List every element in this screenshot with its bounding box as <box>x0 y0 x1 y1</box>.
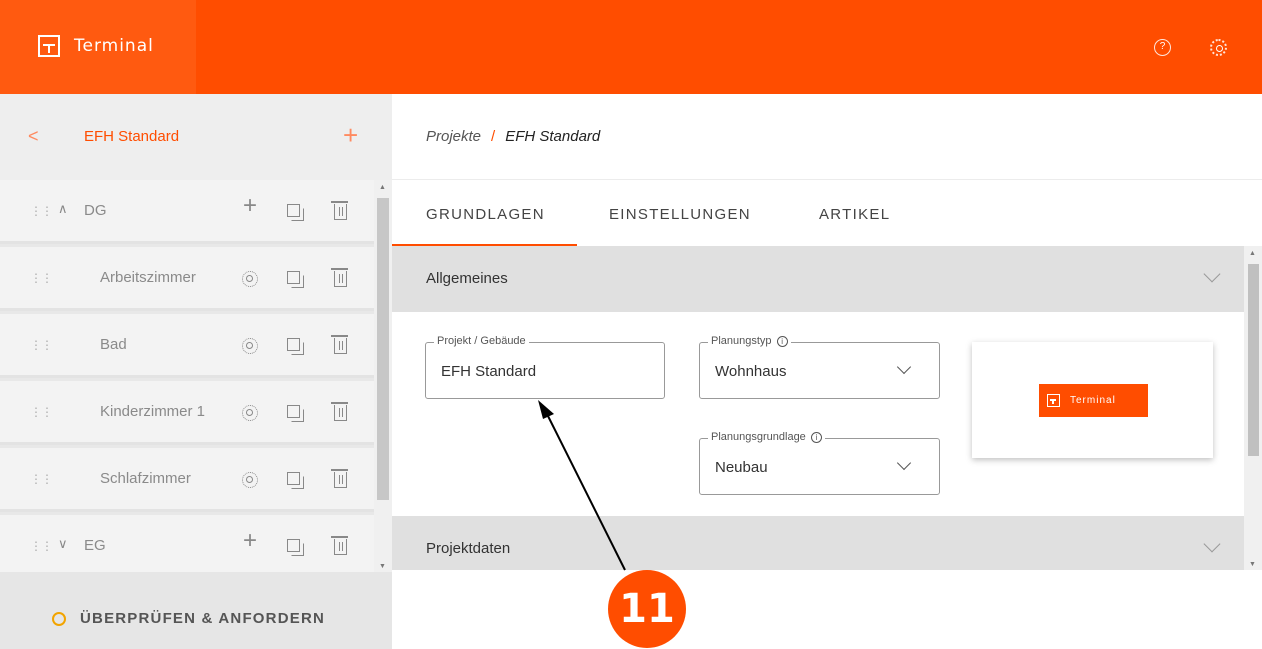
copy-icon[interactable] <box>287 472 304 489</box>
list-item-group-eg[interactable]: ⋮⋮ ∨ EG + <box>0 515 374 572</box>
copy-icon[interactable] <box>287 271 304 288</box>
gear-icon[interactable] <box>242 405 258 421</box>
section-header-projektdaten[interactable]: Projektdaten <box>392 516 1244 570</box>
review-request-button[interactable]: ÜBERPRÜFEN & ANFORDERN <box>0 572 392 649</box>
copy-icon[interactable] <box>287 405 304 422</box>
chevron-up-icon[interactable]: ∧ <box>58 201 68 217</box>
top-bar: Terminal ? <box>0 0 1262 94</box>
sidebar-scrollbar[interactable]: ▲ ▼ <box>374 180 392 572</box>
tab-grundlagen[interactable]: GRUNDLAGEN <box>426 206 545 223</box>
trash-icon[interactable] <box>331 268 348 287</box>
sidebar-header: < EFH Standard + <box>0 94 392 180</box>
breadcrumb-current: EFH Standard <box>505 128 601 145</box>
scroll-up-arrow-icon[interactable]: ▲ <box>1249 250 1256 257</box>
terminal-logo-icon <box>1047 394 1060 407</box>
gear-icon[interactable] <box>242 338 258 354</box>
copy-icon[interactable] <box>287 338 304 355</box>
scrollbar-thumb[interactable] <box>377 198 389 500</box>
info-icon[interactable]: i <box>810 431 822 443</box>
planning-type-label-text: Planungstyp <box>711 335 772 347</box>
trash-icon[interactable] <box>331 536 348 555</box>
list-item-group-dg[interactable]: ⋮⋮ ∧ DG + <box>0 180 374 244</box>
planning-basis-label: Planungsgrundlage i <box>708 431 825 443</box>
scrollbar-thumb[interactable] <box>1248 264 1259 456</box>
app-logo: Terminal <box>38 35 154 57</box>
scroll-up-arrow-icon[interactable]: ▲ <box>379 184 386 191</box>
drag-handle-icon[interactable]: ⋮⋮ <box>30 338 53 352</box>
logo-area[interactable]: Terminal <box>0 0 196 94</box>
scroll-down-arrow-icon[interactable]: ▼ <box>1249 561 1256 568</box>
room-list: ⋮⋮ ∧ DG + ⋮⋮ Arbeitszimmer ⋮⋮ Bad ⋮⋮ Kin… <box>0 180 374 572</box>
review-request-label: ÜBERPRÜFEN & ANFORDERN <box>80 610 326 627</box>
gear-icon[interactable] <box>1210 39 1227 56</box>
drag-handle-icon[interactable]: ⋮⋮ <box>30 204 53 218</box>
trash-icon[interactable] <box>331 335 348 354</box>
project-field-value: EFH Standard <box>441 363 537 380</box>
tab-artikel[interactable]: ARTIKEL <box>819 206 890 223</box>
planning-type-label: Planungstyp i <box>708 335 791 347</box>
sidebar: < EFH Standard + ⋮⋮ ∧ DG + ⋮⋮ Arbeitszim… <box>0 94 392 649</box>
trash-icon[interactable] <box>331 469 348 488</box>
planning-basis-select[interactable]: Planungsgrundlage i Neubau <box>699 431 940 495</box>
row-label: Arbeitszimmer <box>100 269 196 286</box>
planning-basis-label-text: Planungsgrundlage <box>711 431 806 443</box>
plus-icon[interactable]: + <box>241 527 259 554</box>
section-title: Projektdaten <box>426 540 511 557</box>
chevron-down-icon[interactable] <box>1203 265 1221 283</box>
row-label: Kinderzimmer 1 <box>100 403 206 420</box>
row-label: EG <box>84 537 106 554</box>
breadcrumb: Projekte / EFH Standard <box>426 128 600 145</box>
planning-basis-value: Neubau <box>715 459 768 476</box>
list-item-room[interactable]: ⋮⋮ Bad <box>0 314 374 378</box>
planning-type-value: Wohnhaus <box>715 363 787 380</box>
drag-handle-icon[interactable]: ⋮⋮ <box>30 539 53 553</box>
copy-icon[interactable] <box>287 204 304 221</box>
sidebar-title: EFH Standard <box>84 128 180 145</box>
annotation-badge: 11 <box>608 570 686 648</box>
tab-einstellungen[interactable]: EINSTELLUNGEN <box>609 206 751 223</box>
drag-handle-icon[interactable]: ⋮⋮ <box>30 405 53 419</box>
drag-handle-icon[interactable]: ⋮⋮ <box>30 271 53 285</box>
tab-content: Allgemeines Projekt / Gebäude EFH Standa… <box>392 246 1244 570</box>
gear-icon[interactable] <box>242 271 258 287</box>
row-label: Bad <box>100 336 127 353</box>
chevron-down-icon <box>896 359 912 375</box>
gear-icon[interactable] <box>242 472 258 488</box>
list-item-room[interactable]: ⋮⋮ Kinderzimmer 1 <box>0 381 374 445</box>
project-field-label: Projekt / Gebäude <box>434 335 529 347</box>
scroll-down-arrow-icon[interactable]: ▼ <box>379 563 386 570</box>
list-item-room[interactable]: ⋮⋮ Schlafzimmer <box>0 448 374 512</box>
trash-icon[interactable] <box>331 201 348 220</box>
breadcrumb-root[interactable]: Projekte <box>426 128 481 145</box>
chevron-down-icon[interactable]: ∨ <box>58 536 68 552</box>
status-circle-icon <box>52 612 66 626</box>
row-label: Schlafzimmer <box>100 470 191 487</box>
trash-icon[interactable] <box>331 402 348 421</box>
project-field[interactable]: Projekt / Gebäude EFH Standard <box>425 335 665 399</box>
chevron-down-icon <box>896 455 912 471</box>
app-name: Terminal <box>74 36 154 56</box>
planning-type-select[interactable]: Planungstyp i Wohnhaus <box>699 335 940 399</box>
list-item-room[interactable]: ⋮⋮ Arbeitszimmer <box>0 247 374 311</box>
logo-preview[interactable]: Terminal <box>972 342 1213 458</box>
section-title: Allgemeines <box>426 270 508 287</box>
chevron-down-icon[interactable] <box>1203 535 1221 553</box>
chevron-left-icon[interactable]: < <box>28 126 39 147</box>
main-panel: Projekte / EFH Standard GRUNDLAGEN EINSTEL… <box>392 94 1262 649</box>
preview-logo: Terminal <box>1039 384 1148 417</box>
plus-icon[interactable]: + <box>241 192 259 219</box>
section-header-allgemeines[interactable]: Allgemeines <box>392 246 1244 312</box>
help-circle-icon[interactable]: ? <box>1154 39 1171 56</box>
content-scrollbar[interactable]: ▲ ▼ <box>1244 246 1262 570</box>
breadcrumb-separator: / <box>491 128 496 145</box>
terminal-logo-icon <box>38 35 60 57</box>
drag-handle-icon[interactable]: ⋮⋮ <box>30 472 53 486</box>
row-label: DG <box>84 202 107 219</box>
copy-icon[interactable] <box>287 539 304 556</box>
tab-bar: GRUNDLAGEN EINSTELLUNGEN ARTIKEL <box>392 180 1262 246</box>
preview-logo-text: Terminal <box>1070 395 1116 406</box>
info-icon[interactable]: i <box>776 335 788 347</box>
plus-icon[interactable]: + <box>343 120 358 151</box>
